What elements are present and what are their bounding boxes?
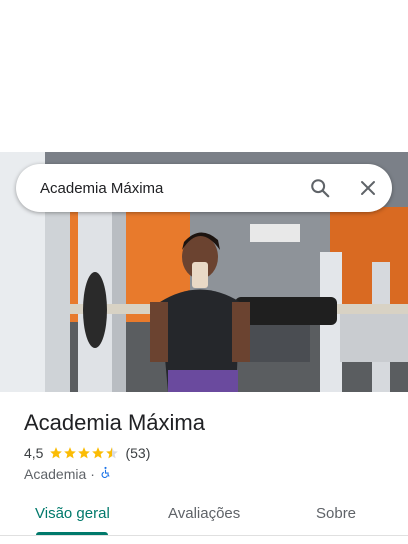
star-icon bbox=[64, 447, 77, 459]
place-tabs: Visão geral Avaliações Sobre bbox=[0, 494, 408, 544]
category-row: Academia · bbox=[24, 466, 112, 482]
rating-row[interactable]: 4,5 (53) bbox=[24, 445, 150, 461]
search-bar[interactable]: Academia Máxima bbox=[16, 164, 392, 212]
tab-reviews[interactable]: Avaliações bbox=[168, 505, 240, 522]
star-icon bbox=[92, 447, 105, 459]
half-star-icon bbox=[106, 447, 119, 459]
star-rating bbox=[49, 446, 119, 460]
place-title: Academia Máxima bbox=[24, 410, 205, 435]
separator-dot: · bbox=[90, 466, 95, 482]
tab-overview[interactable]: Visão geral bbox=[35, 505, 110, 522]
search-icon[interactable] bbox=[296, 164, 344, 212]
tabs-divider bbox=[0, 535, 408, 536]
wheelchair-icon bbox=[99, 466, 112, 482]
review-count: (53) bbox=[125, 445, 151, 461]
place-category: Academia bbox=[24, 466, 87, 482]
search-input[interactable]: Academia Máxima bbox=[16, 180, 296, 197]
tab-about[interactable]: Sobre bbox=[316, 505, 356, 522]
rating-value: 4,5 bbox=[24, 445, 44, 461]
star-icon bbox=[78, 447, 91, 459]
star-icon bbox=[50, 447, 63, 459]
close-icon[interactable] bbox=[344, 164, 392, 212]
